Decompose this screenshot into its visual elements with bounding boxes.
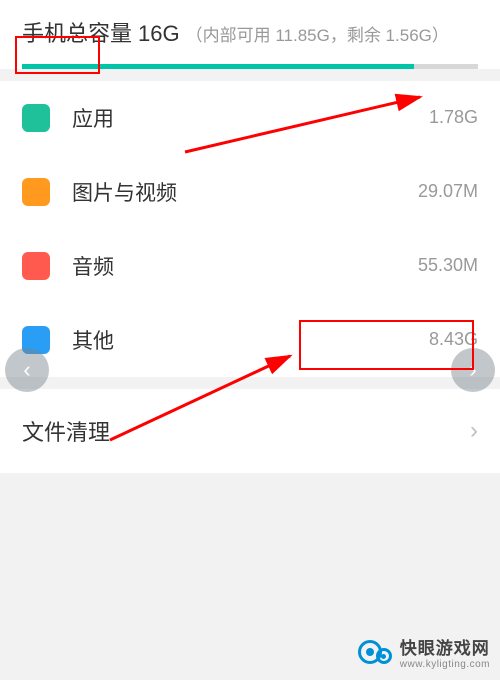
watermark-name: 快眼游戏网 bbox=[400, 634, 490, 659]
chevron-right-icon: › bbox=[470, 417, 478, 445]
watermark: 快眼游戏网 www.kyligting.com bbox=[358, 634, 490, 670]
carousel-next-button[interactable]: › bbox=[451, 348, 495, 392]
carousel-prev-button[interactable]: ‹ bbox=[5, 348, 49, 392]
category-row-apps[interactable]: 应用 1.78G bbox=[0, 81, 500, 155]
category-swatch-audio bbox=[22, 252, 50, 280]
category-row-other[interactable]: 其他 8.43G bbox=[0, 303, 500, 377]
category-swatch-media bbox=[22, 178, 50, 206]
category-label-apps: 应用 bbox=[72, 103, 429, 133]
category-label-other: 其他 bbox=[72, 325, 429, 355]
storage-progress-bar bbox=[22, 64, 478, 69]
storage-progress-fill bbox=[22, 64, 414, 69]
chevron-left-icon: ‹ bbox=[23, 357, 30, 383]
file-cleanup-button[interactable]: 文件清理 › bbox=[0, 389, 500, 473]
storage-header: 手机总容量 16G （内部可用 11.85G，剩余 1.56G） bbox=[0, 0, 500, 69]
category-row-audio[interactable]: 音频 55.30M bbox=[0, 229, 500, 303]
category-label-audio: 音频 bbox=[72, 251, 418, 281]
watermark-url: www.kyligting.com bbox=[400, 659, 490, 670]
category-value-apps: 1.78G bbox=[429, 107, 478, 128]
cleanup-section: 文件清理 › bbox=[0, 389, 500, 473]
storage-capacity: 16G bbox=[138, 18, 180, 50]
file-cleanup-label: 文件清理 bbox=[22, 415, 470, 447]
category-swatch-apps bbox=[22, 104, 50, 132]
category-value-media: 29.07M bbox=[418, 181, 478, 202]
category-row-media[interactable]: 图片与视频 29.07M bbox=[0, 155, 500, 229]
storage-categories: 应用 1.78G 图片与视频 29.07M 音频 55.30M 其他 8.43G bbox=[0, 81, 500, 377]
category-value-audio: 55.30M bbox=[418, 255, 478, 276]
watermark-logo-icon bbox=[358, 634, 394, 670]
storage-detail: （内部可用 11.85G，剩余 1.56G） bbox=[186, 24, 449, 49]
storage-title: 手机总容量 16G （内部可用 11.85G，剩余 1.56G） bbox=[22, 18, 478, 50]
chevron-right-icon: › bbox=[469, 357, 476, 383]
storage-title-prefix: 手机总容量 bbox=[22, 18, 132, 50]
category-label-media: 图片与视频 bbox=[72, 177, 418, 207]
